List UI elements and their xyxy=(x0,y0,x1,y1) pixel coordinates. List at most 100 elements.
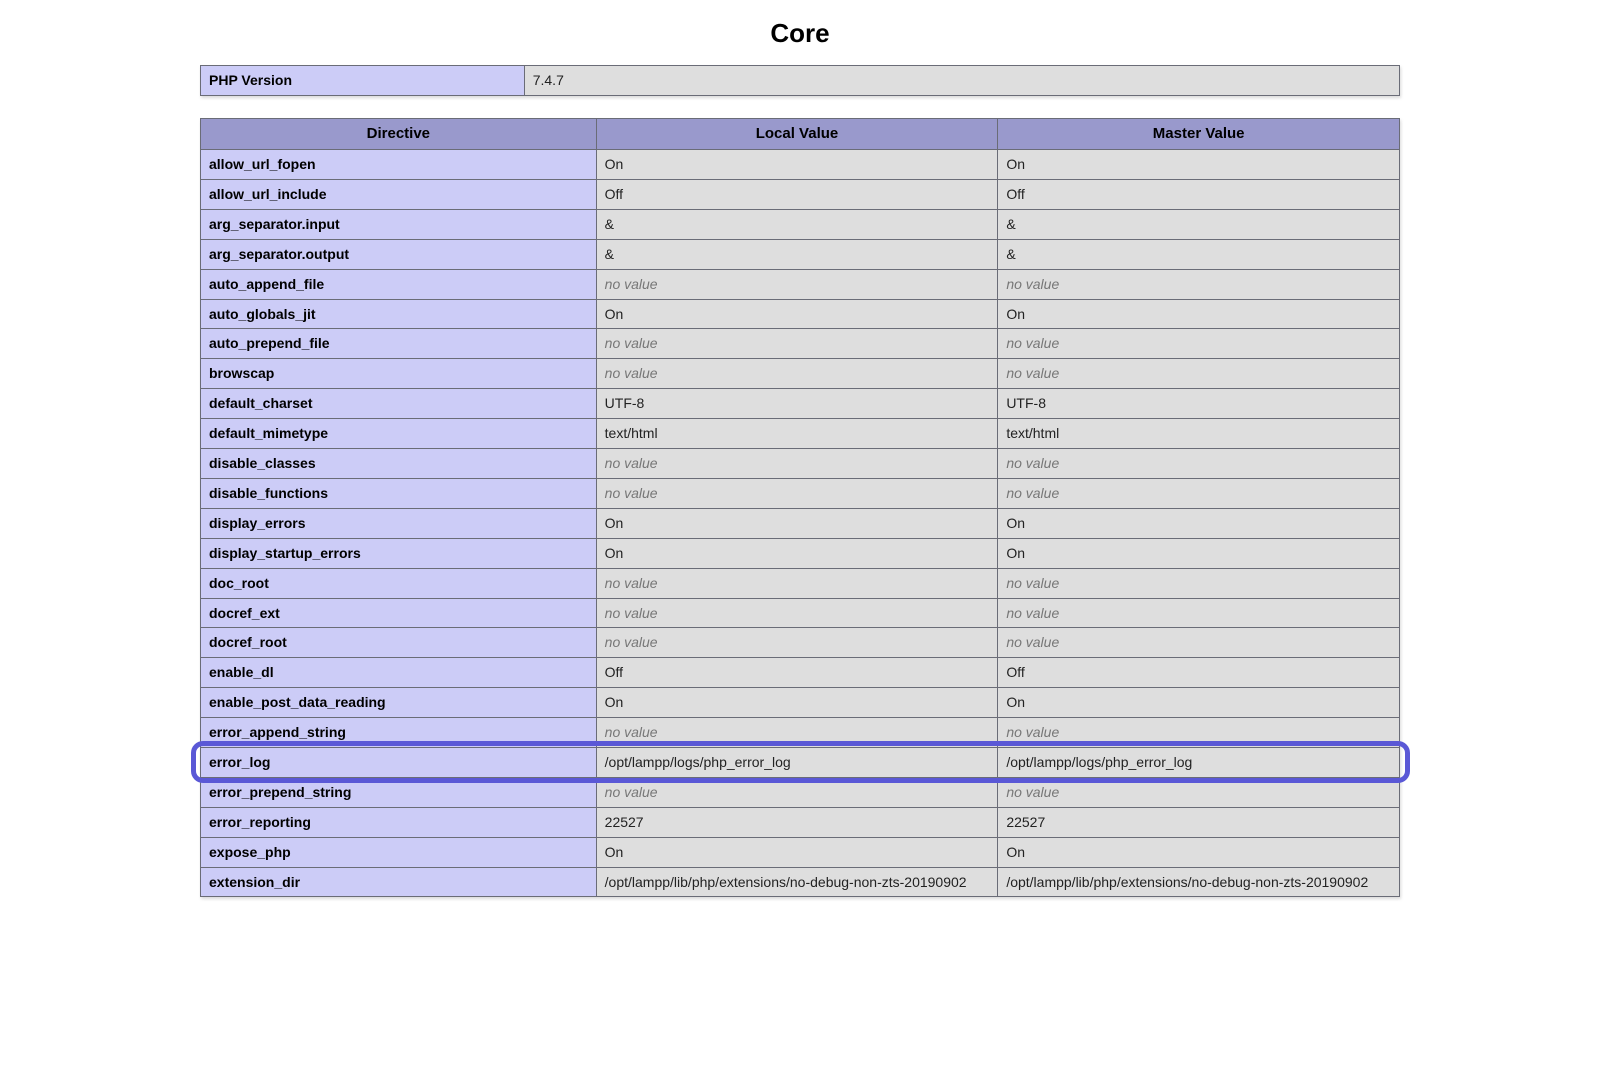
directive-master-value: Off xyxy=(998,180,1400,210)
directive-master-value: On xyxy=(998,150,1400,180)
directive-master-value: & xyxy=(998,209,1400,239)
directive-local-value: no value xyxy=(596,568,998,598)
directive-name: disable_classes xyxy=(201,449,597,479)
directive-name: doc_root xyxy=(201,568,597,598)
directive-name: default_charset xyxy=(201,389,597,419)
directive-master-value: On xyxy=(998,299,1400,329)
directive-name: auto_prepend_file xyxy=(201,329,597,359)
no-value-text: no value xyxy=(1006,724,1059,740)
no-value-text: no value xyxy=(1006,485,1059,501)
no-value-text: no value xyxy=(605,784,658,800)
directive-master-value: On xyxy=(998,688,1400,718)
table-row: disable_functionsno valueno value xyxy=(201,478,1400,508)
no-value-text: no value xyxy=(1006,605,1059,621)
table-row: doc_root no value no value xyxy=(201,568,1400,598)
no-value-text: no value xyxy=(605,575,658,591)
directive-local-value: /opt/lampp/lib/php/extensions/no-debug-n… xyxy=(596,867,998,897)
table-row: docref_ext no value no value xyxy=(201,598,1400,628)
col-header-master: Master Value xyxy=(998,118,1400,149)
directive-master-value: text/html xyxy=(998,419,1400,449)
directive-master-value: no value xyxy=(998,598,1400,628)
directive-name: display_errors xyxy=(201,508,597,538)
no-value-text: no value xyxy=(1006,634,1059,650)
php-version-label: PHP Version xyxy=(201,66,525,96)
directive-master-value: On xyxy=(998,837,1400,867)
table-row: arg_separator.input&& xyxy=(201,209,1400,239)
directive-name: allow_url_include xyxy=(201,180,597,210)
no-value-text: no value xyxy=(1006,276,1059,292)
directive-local-value: Off xyxy=(596,180,998,210)
no-value-text: no value xyxy=(1006,455,1059,471)
table-row: default_charsetUTF-8UTF-8 xyxy=(201,389,1400,419)
directive-name: extension_dir xyxy=(201,867,597,897)
directive-local-value: no value xyxy=(596,269,998,299)
section-title: Core xyxy=(200,18,1400,49)
no-value-text: no value xyxy=(605,634,658,650)
php-version-row: PHP Version 7.4.7 xyxy=(201,66,1400,96)
directive-master-value: On xyxy=(998,538,1400,568)
directive-local-value: On xyxy=(596,688,998,718)
directive-name: display_startup_errors xyxy=(201,538,597,568)
table-row: docref_rootno valueno value xyxy=(201,628,1400,658)
directive-master-value: no value xyxy=(998,718,1400,748)
table-row: error_append_stringno valueno value xyxy=(201,718,1400,748)
table-row: enable_post_data_readingOnOn xyxy=(201,688,1400,718)
directive-local-value: no value xyxy=(596,449,998,479)
directive-master-value: Off xyxy=(998,658,1400,688)
directive-name: default_mimetype xyxy=(201,419,597,449)
no-value-text: no value xyxy=(605,605,658,621)
directive-local-value: On xyxy=(596,508,998,538)
table-row: auto_prepend_fileno valueno value xyxy=(201,329,1400,359)
directive-name: docref_ext xyxy=(201,598,597,628)
directive-local-value: On xyxy=(596,299,998,329)
directive-name: auto_append_file xyxy=(201,269,597,299)
col-header-local: Local Value xyxy=(596,118,998,149)
col-header-directive: Directive xyxy=(201,118,597,149)
directive-local-value: On xyxy=(596,538,998,568)
table-row: disable_classes no value no value xyxy=(201,449,1400,479)
directive-name: disable_functions xyxy=(201,478,597,508)
directive-master-value: no value xyxy=(998,478,1400,508)
no-value-text: no value xyxy=(1006,784,1059,800)
directive-name: enable_post_data_reading xyxy=(201,688,597,718)
directive-name: expose_php xyxy=(201,837,597,867)
directive-name: browscap xyxy=(201,359,597,389)
directives-header-row: Directive Local Value Master Value xyxy=(201,118,1400,149)
php-version-value: 7.4.7 xyxy=(524,66,1399,96)
directive-local-value: On xyxy=(596,150,998,180)
directive-master-value: no value xyxy=(998,269,1400,299)
table-row: extension_dir/opt/lampp/lib/php/extensio… xyxy=(201,867,1400,897)
php-version-table: PHP Version 7.4.7 xyxy=(200,65,1400,96)
table-row: arg_separator.output&& xyxy=(201,239,1400,269)
directive-master-value: 22527 xyxy=(998,807,1400,837)
directive-local-value: On xyxy=(596,837,998,867)
directive-local-value: & xyxy=(596,239,998,269)
directive-name: arg_separator.output xyxy=(201,239,597,269)
no-value-text: no value xyxy=(605,455,658,471)
directive-master-value: UTF-8 xyxy=(998,389,1400,419)
directive-master-value: no value xyxy=(998,777,1400,807)
directive-name: enable_dl xyxy=(201,658,597,688)
directive-master-value: /opt/lampp/logs/php_error_log xyxy=(998,747,1400,777)
directive-name: error_log xyxy=(201,747,597,777)
no-value-text: no value xyxy=(1006,575,1059,591)
directive-name: allow_url_fopen xyxy=(201,150,597,180)
no-value-text: no value xyxy=(605,365,658,381)
directive-master-value: no value xyxy=(998,359,1400,389)
directive-master-value: On xyxy=(998,508,1400,538)
directive-local-value: 22527 xyxy=(596,807,998,837)
table-row: browscap no value no value xyxy=(201,359,1400,389)
directive-local-value: Off xyxy=(596,658,998,688)
directive-local-value: no value xyxy=(596,628,998,658)
table-row: error_log/opt/lampp/logs/php_error_log/o… xyxy=(201,747,1400,777)
table-row: enable_dlOffOff xyxy=(201,658,1400,688)
table-row: auto_append_fileno valueno value xyxy=(201,269,1400,299)
directive-master-value: no value xyxy=(998,449,1400,479)
directive-local-value: no value xyxy=(596,777,998,807)
directives-table: Directive Local Value Master Value allow… xyxy=(200,118,1400,898)
directive-local-value: /opt/lampp/logs/php_error_log xyxy=(596,747,998,777)
directive-name: auto_globals_jit xyxy=(201,299,597,329)
no-value-text: no value xyxy=(1006,335,1059,351)
directive-name: error_append_string xyxy=(201,718,597,748)
directive-local-value: no value xyxy=(596,598,998,628)
